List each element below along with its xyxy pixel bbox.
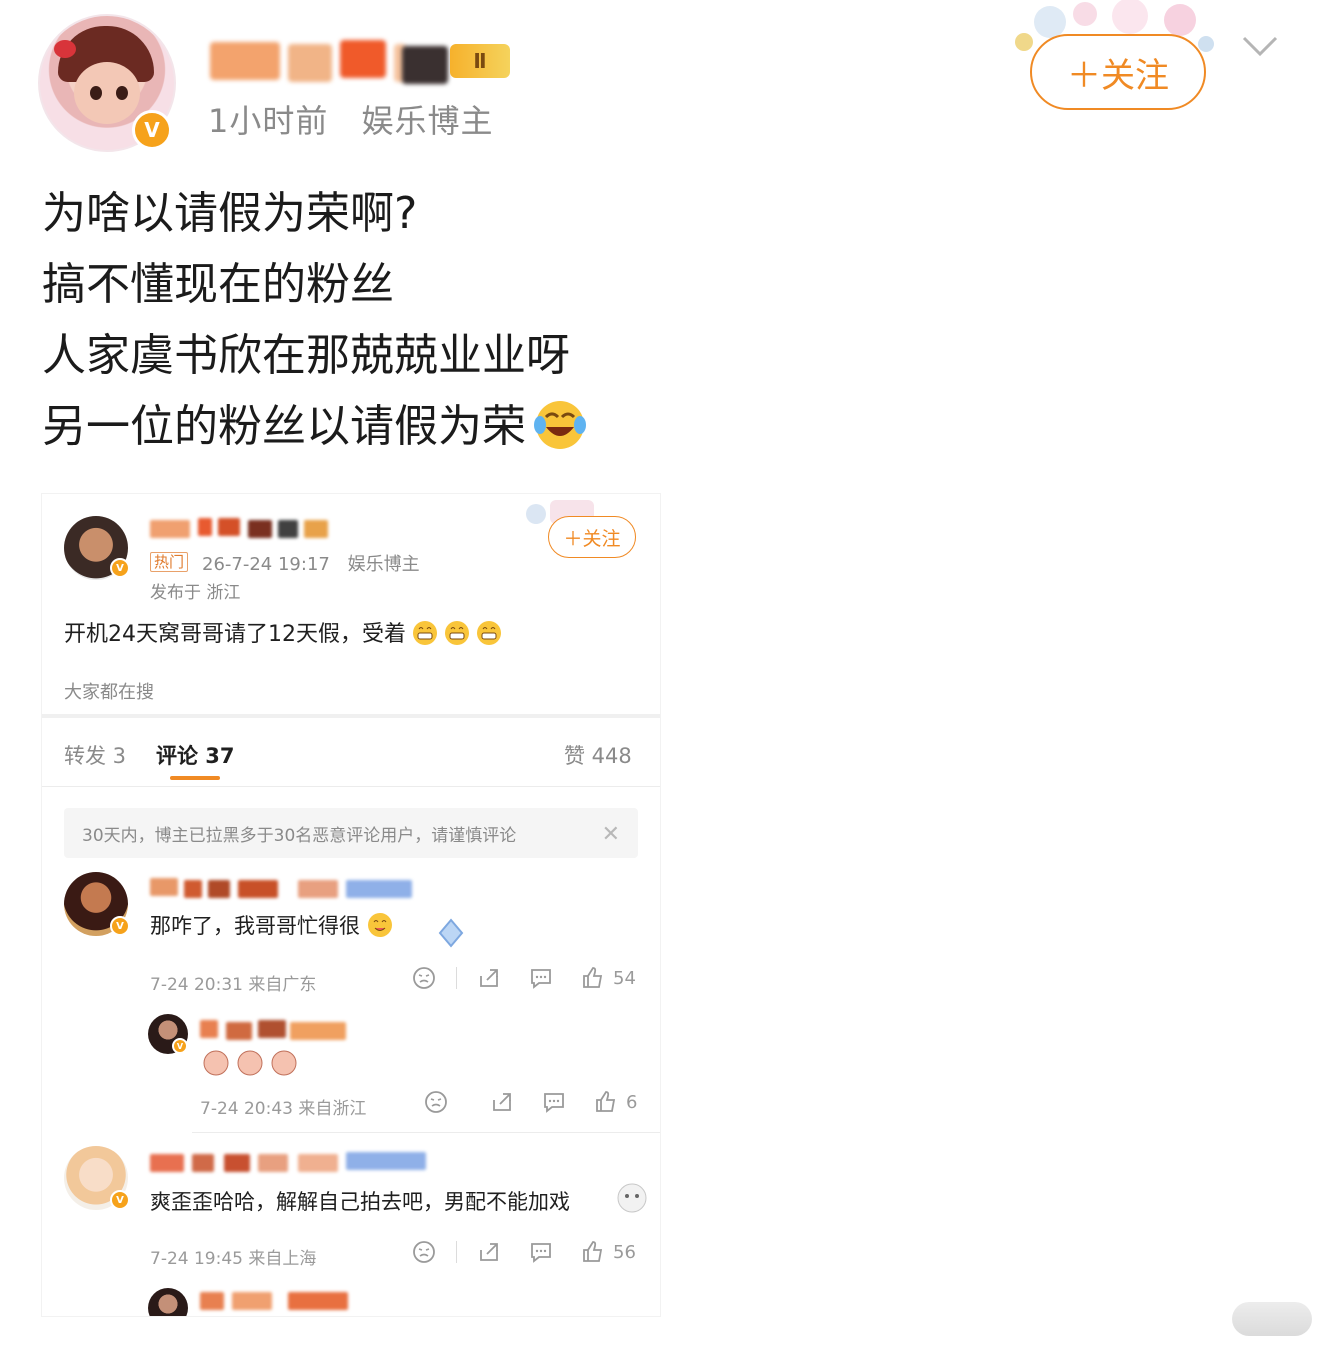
embedded-meta: 26-7-24 19:17 娱乐博主 bbox=[202, 550, 432, 576]
comment-icon[interactable] bbox=[529, 966, 553, 990]
dislike-icon[interactable] bbox=[412, 1240, 436, 1264]
laughing-tears-emoji-icon bbox=[534, 401, 586, 449]
commenter-avatar[interactable] bbox=[148, 1288, 188, 1316]
share-icon[interactable] bbox=[477, 966, 501, 990]
comment-item: V 那咋了，我哥哥忙得很 7-24 20:31 来自广东 54 bbox=[42, 872, 660, 995]
blocked-users-notice: 30天内，博主已拉黑多于30名恶意评论用户，请谨慎评论 ✕ bbox=[64, 808, 638, 858]
post-line: 搞不懂现在的粉丝 bbox=[42, 259, 394, 310]
embedded-location: 发布于 浙江 bbox=[150, 583, 241, 603]
author-name-blurred[interactable]: Ⅱ bbox=[210, 40, 520, 84]
grin-emoji-icon bbox=[413, 621, 437, 645]
sparkle-decoration-icon bbox=[438, 918, 464, 948]
post-meta: 1小时前 娱乐博主 bbox=[208, 96, 516, 142]
dislike-icon[interactable] bbox=[412, 966, 436, 990]
post-line: 另一位的粉丝以请假为荣 bbox=[42, 401, 526, 452]
tab-likes[interactable]: 赞 448 bbox=[564, 740, 632, 770]
comment-actions: 54 bbox=[412, 966, 636, 990]
comment-item: V 爽歪歪哈哈，解解自己拍去吧，男配不能加戏 7-24 19:45 来自上海 5… bbox=[42, 1146, 660, 1269]
post-line: 为啥以请假为荣啊? bbox=[42, 188, 418, 239]
embedded-follow-button[interactable]: ＋关注 bbox=[548, 516, 636, 558]
verified-badge-icon: V bbox=[110, 916, 130, 936]
embedded-post-text: 开机24天窝哥哥请了12天假，受着 bbox=[64, 616, 502, 648]
verified-badge-icon: V bbox=[172, 1038, 188, 1054]
dislike-icon[interactable] bbox=[424, 1090, 448, 1114]
embedded-role: 娱乐博主 bbox=[347, 554, 420, 575]
embedded-post-screenshot[interactable]: V 热门 26-7-24 19:17 娱乐博主 发布于 浙江 ＋关注 开机24天… bbox=[42, 494, 660, 1316]
post-line: 人家虞书欣在那兢兢业业呀 bbox=[42, 330, 570, 381]
verified-badge-icon: V bbox=[110, 558, 130, 578]
decorative-sticker-icon bbox=[617, 1183, 647, 1213]
comment-text: 那咋了，我哥哥忙得很 bbox=[150, 910, 394, 940]
follow-button[interactable]: ＋关注 bbox=[1030, 34, 1206, 110]
embedded-post-text-content: 开机24天窝哥哥请了12天假，受着 bbox=[64, 622, 406, 647]
everyone-searching-link[interactable]: 大家都在搜 bbox=[64, 678, 154, 704]
tab-comments[interactable]: 评论 37 bbox=[156, 740, 235, 770]
like-icon[interactable] bbox=[581, 1240, 605, 1264]
author-role: 娱乐博主 bbox=[361, 102, 494, 140]
comment-time: 7-24 19:45 来自上海 bbox=[150, 1249, 317, 1269]
hot-tag: 热门 bbox=[150, 552, 189, 572]
member-level-badge: Ⅱ bbox=[450, 44, 510, 78]
post-time: 1小时前 bbox=[208, 102, 329, 140]
close-icon[interactable]: ✕ bbox=[602, 822, 620, 847]
comment-icon[interactable] bbox=[529, 1240, 553, 1264]
watermark-badge bbox=[1232, 1302, 1312, 1336]
active-tab-indicator bbox=[170, 776, 220, 780]
reply-emoji-row bbox=[202, 1048, 302, 1082]
like-count: 6 bbox=[626, 1091, 638, 1113]
comment-text-content: 那咋了，我哥哥忙得很 bbox=[150, 914, 360, 938]
tab-repost[interactable]: 转发 3 bbox=[64, 740, 126, 770]
verified-badge-icon: V bbox=[110, 1190, 130, 1210]
post-body: 为啥以请假为荣啊? 搞不懂现在的粉丝 人家虞书欣在那兢兢业业呀 另一位的粉丝以请… bbox=[42, 178, 588, 462]
comment-item-partial bbox=[42, 1288, 660, 1316]
comment-icon[interactable] bbox=[542, 1090, 566, 1114]
reply-time: 7-24 20:43 来自浙江 bbox=[200, 1099, 367, 1119]
post-tabs: 转发 3 评论 37 赞 448 bbox=[42, 734, 660, 784]
divider bbox=[42, 714, 660, 718]
divider bbox=[192, 1132, 660, 1133]
comment-text: 爽歪歪哈哈，解解自己拍去吧，男配不能加戏 bbox=[150, 1190, 570, 1214]
notice-text: 30天内，博主已拉黑多于30名恶意评论用户，请谨慎评论 bbox=[82, 825, 517, 846]
like-icon[interactable] bbox=[581, 966, 605, 990]
divider bbox=[42, 786, 660, 787]
embedded-date: 26-7-24 19:17 bbox=[202, 554, 330, 575]
verified-badge-icon: V bbox=[132, 110, 172, 150]
comment-actions: 56 bbox=[412, 1240, 636, 1264]
comment-time: 7-24 20:31 来自广东 bbox=[150, 975, 317, 995]
post-line-with-emoji: 另一位的粉丝以请假为荣 bbox=[42, 391, 588, 462]
grin-emoji-icon bbox=[445, 621, 469, 645]
chevron-down-icon[interactable] bbox=[1240, 30, 1280, 60]
share-icon[interactable] bbox=[490, 1090, 514, 1114]
grin-emoji-icon bbox=[477, 621, 501, 645]
like-icon[interactable] bbox=[594, 1090, 618, 1114]
like-count: 54 bbox=[613, 967, 636, 989]
reply-actions: 6 bbox=[424, 1090, 637, 1114]
cat-emoji-icon bbox=[203, 1050, 297, 1076]
share-icon[interactable] bbox=[477, 1240, 501, 1264]
reply-item: V 7-24 20:43 来自浙江 6 bbox=[42, 1014, 660, 1124]
like-count: 56 bbox=[613, 1241, 636, 1263]
yummy-emoji-icon bbox=[368, 913, 392, 937]
